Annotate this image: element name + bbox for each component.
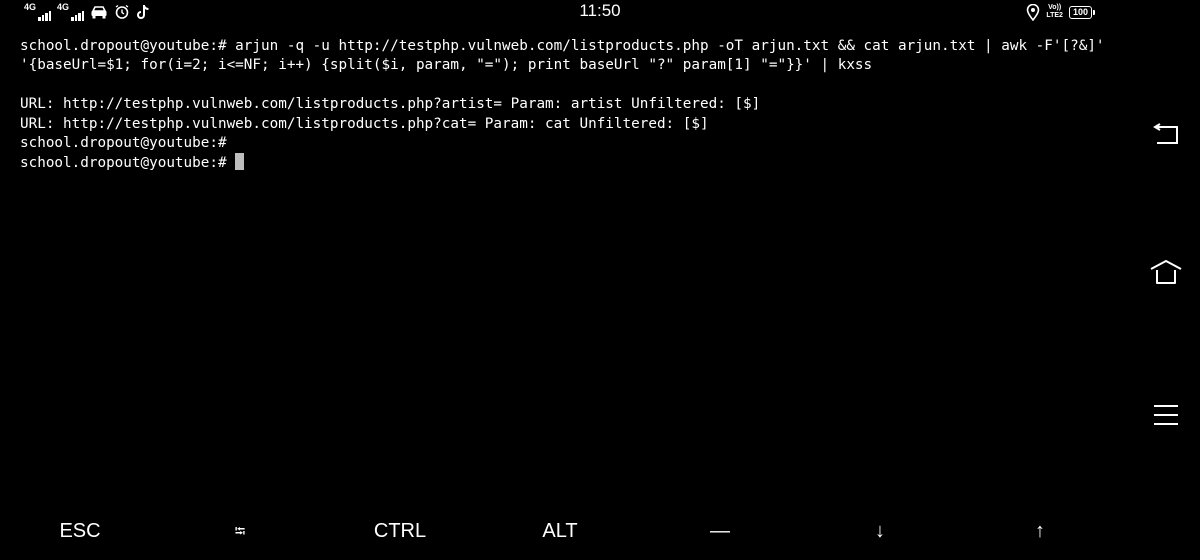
volte-top-label: Vo)) bbox=[1048, 4, 1062, 11]
terminal-prompt-line[interactable]: school.dropout@youtube:# bbox=[20, 153, 1130, 173]
alt-key[interactable]: ALT bbox=[480, 510, 640, 552]
tab-key[interactable]: ⭾ bbox=[160, 510, 320, 552]
menu-button[interactable] bbox=[1150, 401, 1182, 433]
terminal-line bbox=[20, 76, 1130, 95]
battery-icon: 100 bbox=[1068, 5, 1096, 19]
home-button[interactable] bbox=[1150, 258, 1182, 290]
status-bar-right: Vo)) LTE2 100 bbox=[1026, 2, 1096, 22]
back-button[interactable] bbox=[1150, 121, 1182, 153]
esc-key[interactable]: ESC bbox=[0, 510, 160, 552]
terminal-prompt: school.dropout@youtube:# bbox=[20, 155, 236, 172]
volte-bottom-label: LTE2 bbox=[1046, 12, 1063, 19]
menu-icon bbox=[1152, 404, 1180, 431]
status-time: 11:50 bbox=[579, 1, 621, 20]
up-arrow-key[interactable]: ↑ bbox=[960, 510, 1120, 552]
terminal-line: school.dropout@youtube:# arjun -q -u htt… bbox=[20, 38, 1114, 74]
ctrl-key[interactable]: CTRL bbox=[320, 510, 480, 552]
status-bar: 4G 4G 11:50 Vo)) LTE2 100 bbox=[0, 0, 1200, 24]
extra-keys-row: ESC ⭾ CTRL ALT — ↓ ↑ bbox=[0, 510, 1200, 552]
home-icon bbox=[1149, 258, 1183, 291]
terminal-line: school.dropout@youtube:# bbox=[20, 135, 227, 152]
back-icon bbox=[1151, 122, 1181, 152]
dash-key[interactable]: — bbox=[640, 510, 800, 552]
terminal-line: URL: http://testphp.vulnweb.com/listprod… bbox=[20, 96, 761, 113]
down-arrow-key[interactable]: ↓ bbox=[800, 510, 960, 552]
volte-icon: Vo)) LTE2 bbox=[1046, 4, 1063, 20]
terminal-line: URL: http://testphp.vulnweb.com/listprod… bbox=[20, 115, 709, 132]
location-icon bbox=[1026, 3, 1040, 21]
battery-level: 100 bbox=[1072, 6, 1088, 17]
terminal-cursor bbox=[235, 153, 245, 171]
terminal-output[interactable]: school.dropout@youtube:# arjun -q -u htt… bbox=[20, 37, 1130, 174]
